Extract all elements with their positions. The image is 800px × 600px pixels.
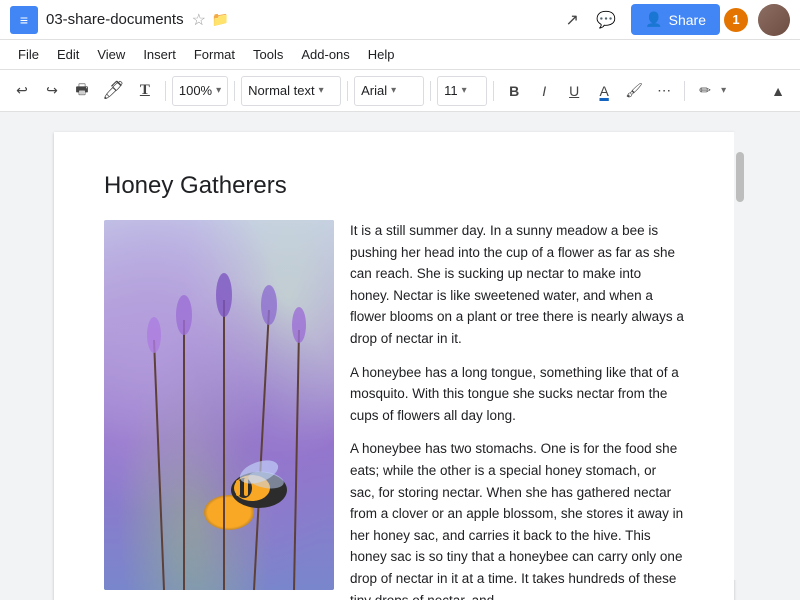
spell-check-icon[interactable]: T [131, 76, 159, 106]
divider-3 [347, 81, 348, 101]
text-column: It is a still summer day. In a sunny mea… [350, 220, 684, 600]
style-select[interactable]: Normal text ▾ [241, 76, 341, 106]
menu-insert[interactable]: Insert [135, 43, 184, 66]
undo-button[interactable]: ↩ [8, 76, 36, 106]
fontsize-label: 11 [444, 83, 458, 98]
fontsize-chevron: ▾ [462, 85, 467, 96]
italic-button[interactable]: I [530, 76, 558, 106]
document-page: Honey Gatherers [54, 132, 734, 600]
comment-icon[interactable]: 💬 [591, 5, 621, 35]
zoom-select[interactable]: 100% ▾ [172, 76, 228, 106]
text-color-button[interactable]: A [590, 76, 618, 106]
style-label: Normal text [248, 83, 314, 98]
docs-logo-icon [10, 6, 38, 34]
divider-4 [430, 81, 431, 101]
paragraph-1: It is a still summer day. In a sunny mea… [350, 220, 684, 350]
share-label: Share [669, 12, 706, 28]
font-select[interactable]: Arial ▾ [354, 76, 424, 106]
style-chevron: ▾ [319, 85, 324, 96]
paragraph-2: A honeybee has a long tongue, something … [350, 362, 684, 427]
highlight-button[interactable]: 🖌 [620, 76, 648, 106]
menu-bar: File Edit View Insert Format Tools Add-o… [0, 40, 800, 70]
font-chevron: ▾ [391, 85, 396, 96]
folder-icon[interactable]: 📁 [212, 11, 229, 28]
paint-format-button[interactable]: 🖊 [98, 76, 129, 106]
highlight-icon: 🖌 [625, 82, 643, 99]
zoom-level: 100% [179, 83, 212, 98]
more-button[interactable]: ⋯ [650, 76, 678, 106]
people-icon: 👤 [645, 11, 662, 28]
document-image [104, 220, 334, 590]
divider-6 [684, 81, 685, 101]
fontsize-select[interactable]: 11 ▾ [437, 76, 487, 106]
document-title: 03-share-documents [46, 11, 184, 28]
divider-5 [493, 81, 494, 101]
menu-view[interactable]: View [89, 43, 133, 66]
print-button[interactable]: 🖶 [68, 76, 96, 106]
star-icon[interactable]: ☆ [192, 10, 206, 30]
paragraph-3: A honeybee has two stomachs. One is for … [350, 438, 684, 600]
font-label: Arial [361, 83, 387, 98]
zoom-chevron: ▾ [216, 85, 221, 96]
notification-badge: 1 [724, 8, 748, 32]
divider-1 [165, 81, 166, 101]
menu-help[interactable]: Help [360, 43, 403, 66]
divider-2 [234, 81, 235, 101]
bold-button[interactable]: B [500, 76, 528, 106]
scrollbar-track[interactable] [734, 132, 746, 580]
title-bar: 03-share-documents ☆ 📁 ↗ 💬 👤 Share 1 [0, 0, 800, 40]
menu-format[interactable]: Format [186, 43, 243, 66]
avatar-image [758, 4, 790, 36]
edit-mode-chevron[interactable]: ▾ [721, 85, 726, 96]
content-row: It is a still summer day. In a sunny mea… [104, 220, 684, 600]
edit-mode-button[interactable]: ✏ [691, 76, 719, 106]
menu-addons[interactable]: Add-ons [293, 43, 357, 66]
menu-edit[interactable]: Edit [49, 43, 87, 66]
document-heading: Honey Gatherers [104, 172, 684, 200]
avatar[interactable] [758, 4, 790, 36]
underline-button[interactable]: U [560, 76, 588, 106]
menu-tools[interactable]: Tools [245, 43, 291, 66]
chart-icon[interactable]: ↗ [557, 5, 587, 35]
flower-svg [104, 220, 334, 590]
collapse-toolbar-button[interactable]: ▲ [764, 76, 792, 106]
scrollbar-thumb[interactable] [736, 152, 744, 202]
text-color-label: A [599, 83, 608, 99]
document-area: Honey Gatherers [0, 112, 800, 600]
share-button[interactable]: 👤 Share [631, 4, 720, 35]
toolbar: ↩ ↪ 🖶 🖊 T 100% ▾ Normal text ▾ Arial ▾ 1… [0, 70, 800, 112]
menu-file[interactable]: File [10, 43, 47, 66]
redo-button[interactable]: ↪ [38, 76, 66, 106]
